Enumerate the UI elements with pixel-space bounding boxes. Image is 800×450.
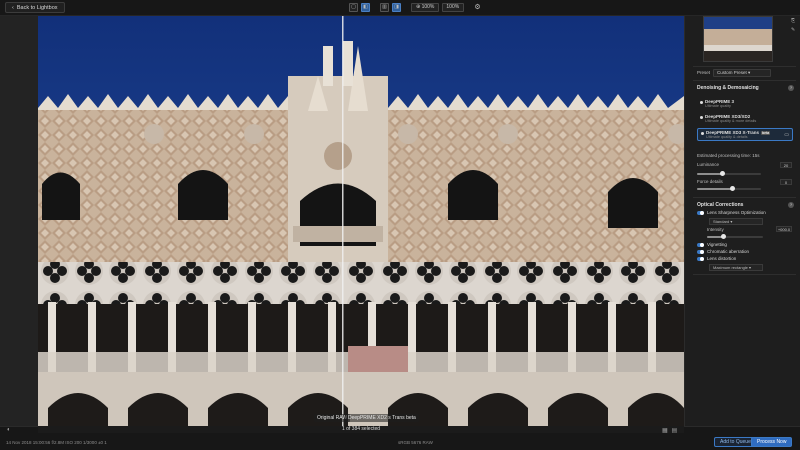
luminance-value[interactable]: 20: [780, 162, 792, 168]
intensity-slider[interactable]: [707, 234, 763, 239]
compare-icon[interactable]: ◨: [392, 3, 401, 12]
divider: [693, 197, 796, 198]
distortion-toggle[interactable]: [697, 257, 704, 261]
intensity-value[interactable]: +000.0: [776, 226, 792, 232]
side-by-side-icon[interactable]: ▥: [380, 3, 389, 12]
vignetting-label: Vignetting: [707, 242, 727, 247]
beta-badge: beta: [761, 131, 771, 135]
exif-info: 14 Nov 2018 15:00:56 f/2.8M ISO 200 1/30…: [6, 440, 107, 445]
gear-icon[interactable]: ⚙: [474, 3, 480, 12]
settings-panel: ⎘ ✎ Preset Custom Preset ▾ Denoising & D…: [684, 16, 800, 426]
option-deepprime-xd3-xtrans[interactable]: DeepPRIME XD3 X-Trans beta Ultimate quali…: [697, 128, 793, 141]
divider: [693, 274, 796, 275]
chevron-left-icon: ‹: [12, 4, 14, 11]
radio-icon: [700, 101, 703, 104]
lens-optimization-select[interactable]: Standard ▾: [709, 218, 763, 225]
slider-knob[interactable]: [720, 171, 726, 176]
divider: [693, 80, 796, 81]
top-toolbar: ‹ Back to Lightbox ▢ ◧ ▥ ◨ ⊕ 100% 100% ⚙: [0, 0, 800, 16]
slider-knob[interactable]: [721, 234, 727, 239]
sensor-note-row: Estimated processing time: 15s: [697, 153, 794, 159]
lens-optimization-label: Lens Sharpness Optimization: [707, 210, 766, 215]
process-now-button[interactable]: Process Now: [751, 437, 793, 447]
edit-icon[interactable]: ✎: [791, 27, 795, 33]
grid-view-icon[interactable]: ▦: [662, 427, 668, 434]
luminance-slider[interactable]: [697, 171, 761, 176]
radio-icon: [700, 116, 703, 119]
distortion-label: Lens distortion: [707, 256, 737, 261]
chromatic-toggle[interactable]: [697, 250, 704, 254]
split-view-icon[interactable]: ◧: [361, 3, 370, 12]
chromatic-label: Chromatic aberration: [707, 249, 750, 254]
view-mode-tools: ▢ ◧ ▥ ◨ ⊕ 100% 100% ⚙: [349, 3, 481, 12]
photo-image: [38, 16, 684, 426]
back-to-lightbox-button[interactable]: ‹ Back to Lightbox: [5, 2, 65, 13]
left-margin: [0, 16, 38, 426]
denoise-title: Denoising & Demosaicing: [697, 85, 759, 91]
photo-viewer[interactable]: Original RAW DeepPRIME XD2 s Trans beta: [38, 16, 684, 426]
zoom-select[interactable]: 100%: [442, 3, 465, 12]
help-icon[interactable]: ?: [788, 85, 794, 91]
sensor-note: Estimated processing time: 15s: [697, 153, 760, 158]
processed-label: DeepPRIME XD2 s Trans beta: [345, 414, 419, 422]
divider: [693, 66, 796, 67]
radio-icon: [701, 132, 704, 135]
zoom-level[interactable]: ⊕ 100%: [411, 3, 440, 12]
force-details-label: Force details: [697, 179, 723, 184]
help-icon[interactable]: ?: [788, 202, 794, 208]
option-deepprime3[interactable]: DeepPRIME 3 Ultimate quality: [697, 98, 793, 111]
slider-fill: [697, 173, 723, 175]
intensity-label: Intensity: [707, 227, 724, 232]
slider-fill: [697, 188, 733, 190]
layout-icons: ▦ ▤: [662, 427, 677, 434]
force-details-value[interactable]: 0: [780, 179, 792, 185]
luminance-label: Luminance: [697, 162, 720, 167]
denoise-header[interactable]: Denoising & Demosaicing ?: [697, 85, 794, 91]
slider-knob[interactable]: [729, 186, 735, 191]
filmstrip-icon[interactable]: ▤: [672, 427, 678, 434]
preset-label: Preset: [697, 70, 711, 75]
lens-optimization-toggle[interactable]: [697, 211, 704, 215]
vignetting-toggle[interactable]: [697, 243, 704, 247]
thumbnail-preview[interactable]: [703, 16, 773, 62]
corner-icon[interactable]: ◐: [7, 427, 11, 433]
optical-title: Optical Corrections: [697, 202, 744, 208]
file-info: sRGB 5676 RAW: [398, 440, 433, 445]
option-deepprime-xd3-xd2[interactable]: DeepPRIME XD3/XD2 Ultimate quality & mor…: [697, 113, 793, 126]
back-button-label: Back to Lightbox: [16, 4, 58, 11]
optical-header[interactable]: Optical Corrections ?: [697, 202, 794, 208]
copy-icon[interactable]: ⎘: [791, 18, 795, 24]
force-details-slider[interactable]: [697, 186, 761, 191]
selection-count: 1 of 384 selected: [38, 426, 684, 433]
panel-side-tools: ⎘ ✎: [791, 18, 795, 33]
comment-icon[interactable]: ▭: [784, 132, 789, 138]
distortion-select[interactable]: Maximum rectangle ▾: [709, 264, 763, 271]
preset-select[interactable]: Custom Preset ▾: [713, 69, 771, 77]
single-view-icon[interactable]: ▢: [349, 3, 358, 12]
thumbnail-image: [704, 17, 772, 61]
